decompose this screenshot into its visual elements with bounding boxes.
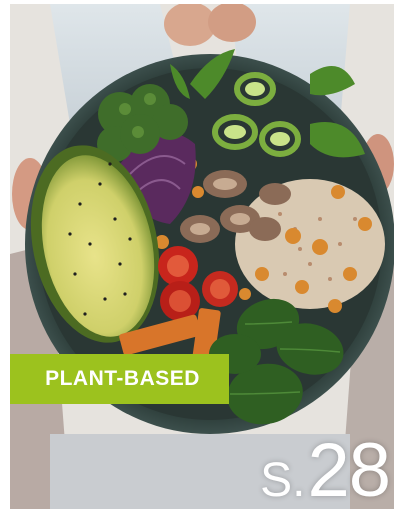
- magazine-teaser-card[interactable]: PLANT-BASED S. 28: [10, 4, 394, 509]
- category-badge: PLANT-BASED: [10, 354, 229, 404]
- page-prefix: S.: [260, 454, 306, 507]
- category-badge-label: PLANT-BASED: [45, 367, 200, 390]
- page-reference: S. 28: [260, 428, 391, 509]
- page-number: 28: [307, 428, 391, 509]
